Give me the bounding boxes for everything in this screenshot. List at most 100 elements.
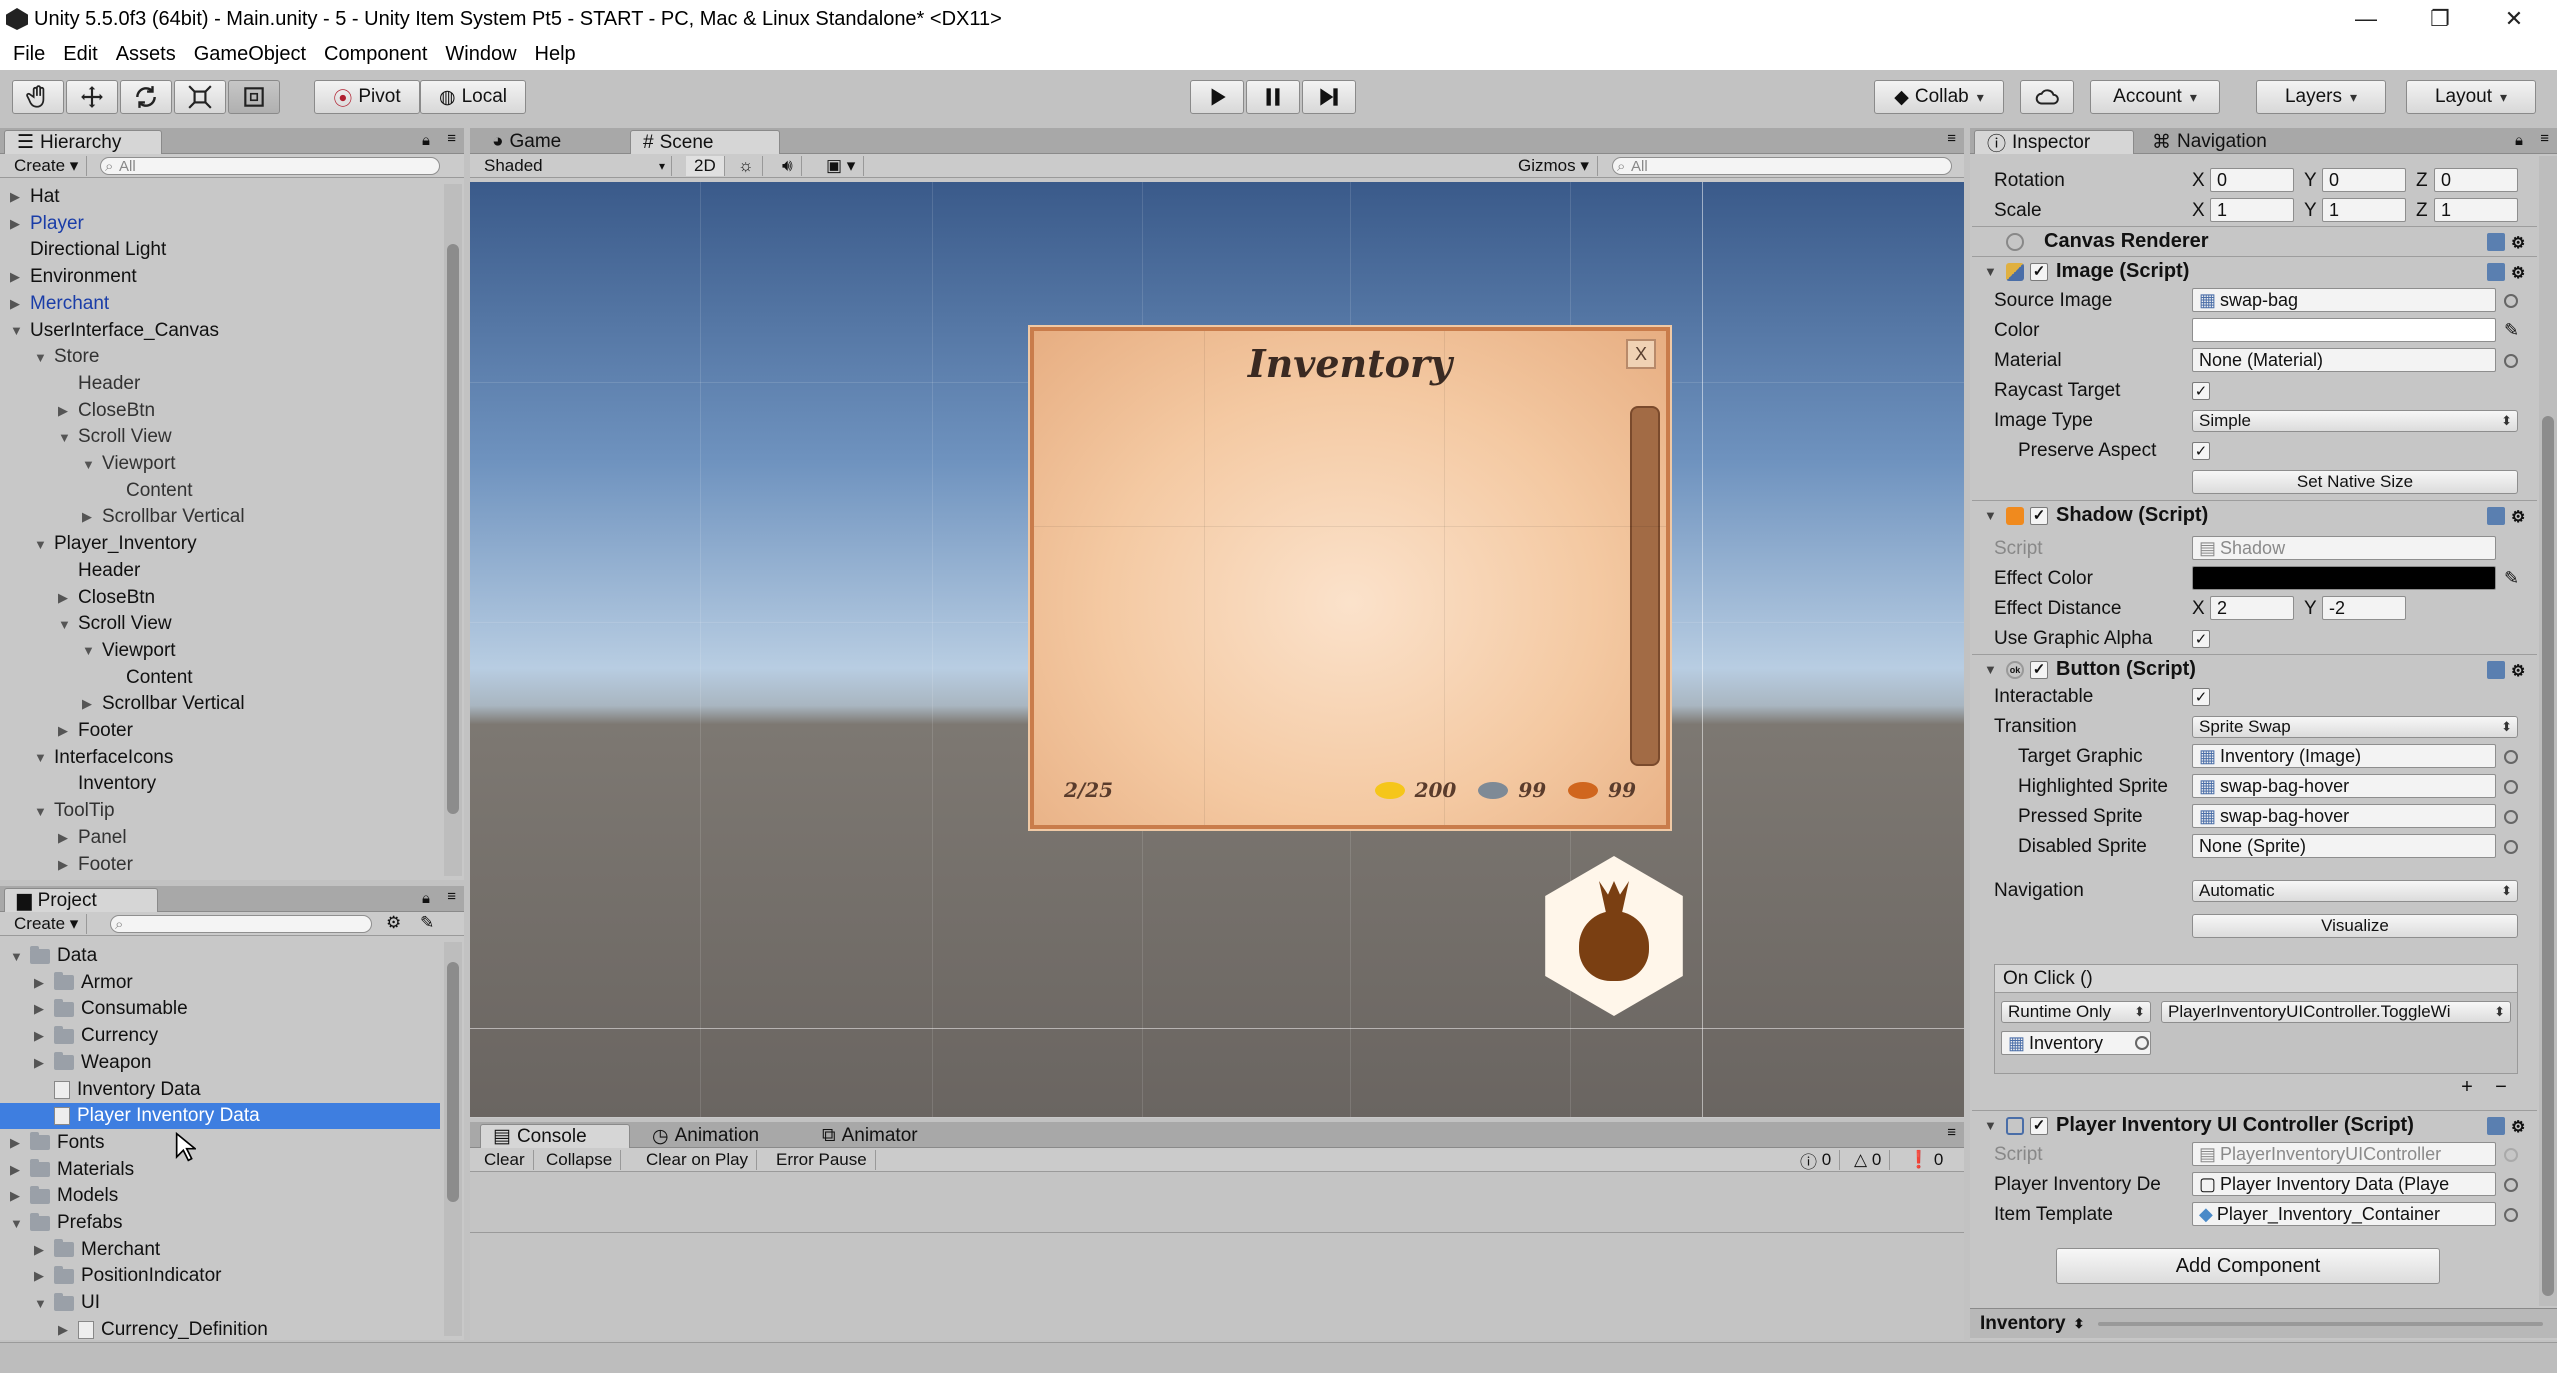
project-item[interactable]: Player Inventory Data — [0, 1103, 440, 1130]
help-book-icon[interactable] — [2487, 263, 2505, 281]
help-book-icon[interactable] — [2487, 507, 2505, 525]
hierarchy-item[interactable]: ▶ Footer — [0, 718, 440, 744]
inspector-scroll-thumb[interactable] — [2542, 416, 2554, 1296]
hierarchy-item[interactable]: ▶ Player — [0, 211, 440, 237]
raycast-target-checkbox[interactable]: ✓ — [2192, 382, 2210, 400]
expanded-arrow-icon[interactable]: ▼ — [82, 457, 96, 472]
transition-dropdown[interactable]: Sprite Swap — [2192, 716, 2518, 738]
collapsed-arrow-icon[interactable]: ▶ — [10, 296, 24, 312]
hierarchy-scroll-thumb[interactable] — [447, 244, 459, 814]
collab-dropdown[interactable]: ◆ Collab — [1874, 80, 2004, 114]
object-picker-icon[interactable] — [2504, 354, 2518, 368]
inventory-window[interactable]: Inventory X 2/25 200 99 99 — [1030, 327, 1670, 829]
inspector-lock-icon[interactable]: 🔒︎ — [2515, 132, 2523, 149]
project-item[interactable]: ▶ Models — [0, 1183, 440, 1209]
project-create-button[interactable]: Create ▾ — [6, 914, 88, 934]
console-info-toggle[interactable]: ⓘ 0 — [1792, 1150, 1841, 1172]
tab-animation[interactable]: ◷ Animation — [640, 1124, 810, 1148]
hierarchy-item[interactable]: ▶ Environment — [0, 264, 440, 290]
hierarchy-item[interactable]: ▶ Hat — [0, 184, 440, 210]
tab-scene[interactable]: # Scene — [630, 130, 780, 154]
collapsed-arrow-icon[interactable]: ▶ — [10, 1135, 24, 1151]
project-item[interactable]: ▶ Materials — [0, 1157, 440, 1183]
scale-x-field[interactable]: 1 — [2210, 198, 2294, 222]
scene-audio-button[interactable]: 🔊︎ — [774, 156, 802, 176]
source-image-field[interactable]: ▦ swap-bag — [2192, 288, 2496, 312]
gear-icon[interactable]: ⚙ — [2511, 661, 2529, 680]
project-search-input[interactable]: ⌕ — [110, 915, 372, 933]
project-scroll-thumb[interactable] — [447, 962, 459, 1202]
rotation-z-field[interactable]: 0 — [2434, 168, 2518, 192]
controller-enabled-checkbox[interactable]: ✓ — [2030, 1116, 2048, 1135]
button-component-header[interactable]: ▼ ok ✓ Button (Script) ⚙ — [1972, 654, 2537, 684]
object-picker-icon[interactable] — [2504, 1208, 2518, 1222]
object-picker-icon[interactable] — [2504, 840, 2518, 854]
image-component-header[interactable]: ▼ ✓ Image (Script) ⚙ — [1972, 256, 2537, 286]
menu-assets[interactable]: Assets — [107, 43, 185, 66]
interactable-checkbox[interactable]: ✓ — [2192, 688, 2210, 706]
button-enabled-checkbox[interactable]: ✓ — [2030, 660, 2048, 679]
hierarchy-item[interactable]: ▼ Viewport — [0, 638, 440, 664]
gizmos-dropdown[interactable]: Gizmos ▾ — [1510, 156, 1598, 176]
inventory-scrollbar[interactable] — [1630, 406, 1660, 766]
eyedropper-icon[interactable]: ✎ — [2504, 568, 2519, 589]
runtime-only-dropdown[interactable]: Runtime Only — [2001, 1001, 2151, 1023]
lock-icon[interactable]: 🔒︎ — [422, 132, 430, 149]
inspector-menu-icon[interactable]: ≡ — [2540, 130, 2549, 147]
effect-distance-x-field[interactable]: 2 — [2210, 596, 2294, 620]
project-item[interactable]: ▶ Currency_Definition — [0, 1317, 440, 1340]
canvas-renderer-header[interactable]: Canvas Renderer ⚙ — [1972, 226, 2537, 256]
scale-y-field[interactable]: 1 — [2322, 198, 2406, 222]
help-book-icon[interactable] — [2487, 661, 2505, 679]
object-picker-icon[interactable] — [2135, 1036, 2149, 1050]
project-item[interactable]: ▶ Armor — [0, 970, 440, 996]
collapsed-arrow-icon[interactable]: ▶ — [58, 857, 72, 873]
collapsed-arrow-icon[interactable]: ▶ — [10, 1162, 24, 1178]
panel-menu-icon[interactable]: ≡ — [447, 130, 456, 147]
rect-tool-button[interactable] — [228, 80, 280, 114]
tab-animator[interactable]: ⧉ Animator — [810, 1124, 980, 1148]
add-listener-button[interactable]: + — [2461, 1076, 2473, 1100]
rotation-y-field[interactable]: 0 — [2322, 168, 2406, 192]
hierarchy-item[interactable]: Content — [0, 665, 440, 691]
navigation-dropdown[interactable]: Automatic — [2192, 880, 2518, 902]
hierarchy-create-button[interactable]: Create ▾ — [6, 156, 88, 176]
collapsed-arrow-icon[interactable]: ▶ — [34, 1268, 48, 1284]
filter-type-icon[interactable]: ⚙ — [386, 913, 401, 933]
eyedropper-icon[interactable]: ✎ — [2504, 320, 2519, 341]
preview-bar[interactable]: Inventory ⬍ — [1970, 1308, 2557, 1338]
scene-menu-icon[interactable]: ≡ — [1947, 130, 1956, 147]
help-book-icon[interactable] — [2487, 1117, 2505, 1135]
rotation-x-field[interactable]: 0 — [2210, 168, 2294, 192]
cloud-button[interactable] — [2020, 80, 2074, 114]
image-type-dropdown[interactable]: Simple — [2192, 410, 2518, 432]
expanded-arrow-icon[interactable]: ▼ — [34, 750, 48, 765]
hierarchy-item[interactable]: Directional Light — [0, 237, 440, 263]
tab-console[interactable]: ▤ Console — [480, 1124, 630, 1148]
menu-gameobject[interactable]: GameObject — [185, 43, 315, 66]
object-picker-icon[interactable] — [2504, 810, 2518, 824]
collapsed-arrow-icon[interactable]: ▶ — [34, 1055, 48, 1071]
expanded-arrow-icon[interactable]: ▼ — [58, 430, 72, 445]
disabled-sprite-field[interactable]: None (Sprite) — [2192, 834, 2496, 858]
console-error-pause-button[interactable]: Error Pause — [768, 1150, 876, 1170]
tab-project[interactable]: ▆ Project — [4, 888, 158, 912]
hierarchy-item[interactable]: Header — [0, 558, 440, 584]
scene-search-input[interactable]: ⌕ All — [1612, 157, 1952, 175]
expanded-arrow-icon[interactable]: ▼ — [58, 617, 72, 632]
hand-tool-button[interactable] — [12, 80, 64, 114]
shading-mode-dropdown[interactable]: Shaded ▾ — [476, 156, 672, 176]
account-dropdown[interactable]: Account — [2090, 80, 2220, 114]
inventory-close-button[interactable]: X — [1626, 339, 1656, 369]
collapsed-arrow-icon[interactable]: ▶ — [58, 1322, 72, 1338]
menu-component[interactable]: Component — [315, 43, 436, 66]
collapsed-arrow-icon[interactable]: ▶ — [58, 590, 72, 606]
rotate-tool-button[interactable] — [120, 80, 172, 114]
console-menu-icon[interactable]: ≡ — [1947, 1124, 1956, 1141]
hierarchy-item[interactable]: ▼ Scroll View — [0, 611, 440, 637]
object-picker-icon[interactable] — [2504, 780, 2518, 794]
expanded-arrow-icon[interactable]: ▼ — [10, 949, 24, 964]
hierarchy-item[interactable]: ▼ Viewport — [0, 451, 440, 477]
gear-icon[interactable]: ⚙ — [2511, 233, 2529, 252]
layers-dropdown[interactable]: Layers — [2256, 80, 2386, 114]
